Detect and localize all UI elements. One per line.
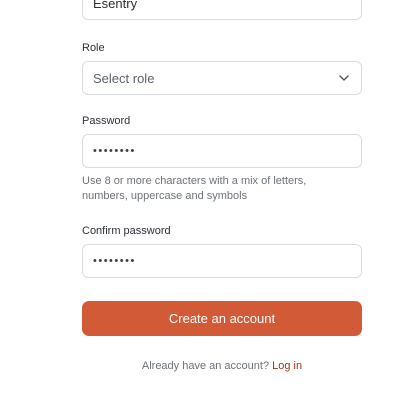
chevron-down-icon: [337, 71, 351, 85]
create-account-button[interactable]: Create an account: [82, 301, 362, 336]
confirm-password-label: Confirm password: [82, 225, 171, 237]
role-select[interactable]: Select role: [82, 61, 362, 95]
login-prompt: Already have an account? Log in: [82, 360, 362, 372]
username-input[interactable]: Esentry: [82, 0, 362, 20]
username-value: Esentry: [93, 0, 138, 11]
role-label: Role: [82, 42, 105, 54]
password-label: Password: [82, 115, 131, 127]
password-value: ••••••••: [93, 145, 136, 157]
role-select-placeholder: Select role: [93, 70, 155, 86]
login-prompt-text: Already have an account?: [141, 360, 270, 372]
password-hint: Use 8 or more characters with a mix of l…: [82, 175, 307, 202]
login-link[interactable]: Log in: [272, 360, 302, 372]
password-input[interactable]: ••••••••: [82, 134, 362, 168]
confirm-password-value: ••••••••: [93, 255, 136, 267]
confirm-password-input[interactable]: ••••••••: [82, 244, 362, 278]
